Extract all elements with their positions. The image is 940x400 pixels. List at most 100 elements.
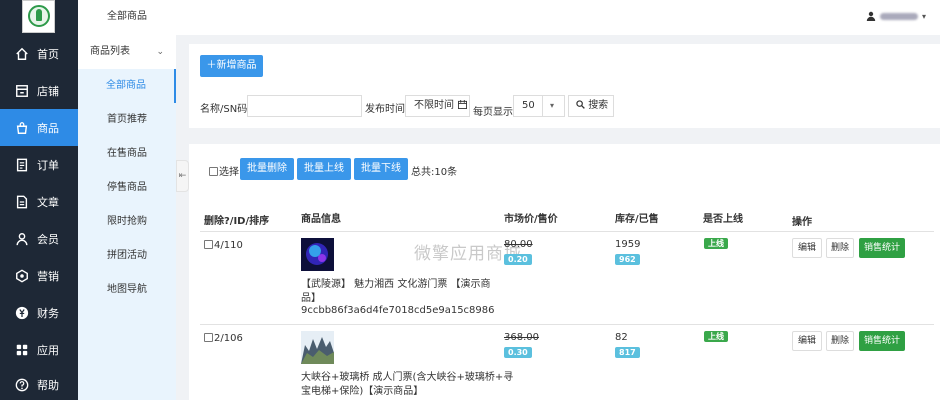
bulk-online-button[interactable]: 批量上线 (297, 158, 351, 180)
sidebar-item-home[interactable]: 首页 (0, 35, 78, 72)
help-icon (14, 377, 30, 393)
header-divider (200, 231, 934, 232)
col-header-actions: 操作 (792, 217, 812, 228)
delete-button[interactable]: 删除 (826, 238, 854, 258)
submenu-group-goods-list[interactable]: 商品列表 ⌄ (78, 35, 176, 69)
search-label: 搜索 (588, 100, 609, 111)
top-bar: ▾ (176, 0, 940, 35)
submenu-item-on-sale[interactable]: 在售商品 (78, 137, 176, 171)
page-size-label: 每页显示 (473, 107, 513, 118)
calendar-icon (458, 100, 468, 109)
sidebar-item-label: 会员 (37, 232, 59, 246)
add-goods-button[interactable]: ＋新增商品 (200, 55, 263, 77)
select-divider (542, 96, 543, 116)
user-icon (866, 11, 876, 21)
sidebar-item-label: 应用 (37, 343, 59, 357)
sidebar-item-apps[interactable]: 应用 (0, 331, 78, 368)
row-divider (200, 324, 934, 325)
stock-count: 82 (615, 332, 628, 343)
sale-price-badge: 0.30 (504, 347, 532, 358)
row-select[interactable]: 2/106 (204, 333, 243, 344)
sidebar-item-help[interactable]: 帮助 (0, 366, 78, 400)
market-price: 80.00 (504, 239, 533, 250)
caret-down-icon: ▾ (921, 11, 926, 21)
sidebar-item-goods[interactable]: 商品 (0, 109, 78, 146)
sidebar-item-articles[interactable]: 文章 (0, 183, 78, 220)
row-checkbox (204, 240, 213, 249)
select-label: 选择 (219, 167, 239, 178)
product-name-line2: 宝电梯+保险)【演示商品】 (301, 386, 424, 397)
sidebar-item-finance[interactable]: 财务 (0, 294, 78, 331)
row-select[interactable]: 4/110 (204, 240, 243, 251)
col-header-online: 是否上线 (703, 214, 743, 225)
sidebar-item-marketing[interactable]: 营销 (0, 257, 78, 294)
col-header-id: 删除?/ID/排序 (204, 216, 270, 227)
member-icon (14, 231, 30, 247)
product-thumbnail (301, 331, 334, 364)
chevron-down-icon: ▾ (550, 101, 555, 110)
submenu-all-goods-top[interactable]: 全部商品 (78, 0, 176, 34)
sales-stats-button[interactable]: 销售统计 (859, 331, 905, 351)
stock-count: 1959 (615, 239, 641, 250)
status-badge[interactable]: 上线 (704, 238, 728, 249)
submenu-item-off-sale[interactable]: 停售商品 (78, 171, 176, 205)
row-id-sort: 4/110 (214, 240, 243, 251)
publish-time-select[interactable]: 不限时间 (405, 95, 470, 117)
bag-icon (14, 120, 30, 136)
home-icon (14, 46, 30, 62)
finance-icon (14, 305, 30, 321)
user-menu[interactable]: ▾ (866, 11, 926, 21)
publish-time-value: 不限时间 (414, 100, 454, 111)
product-name-line1: 【武陵源】 魅力湘西 文化游门票 【演示商 (301, 279, 491, 290)
edit-button[interactable]: 编辑 (792, 238, 822, 258)
goods-submenu: 全部商品 商品列表 ⌄ 全部商品 首页推荐 在售商品 停售商品 限时抢购 拼团活… (78, 0, 176, 400)
row-checkbox (204, 333, 213, 342)
submenu-item-home-recommend[interactable]: 首页推荐 (78, 103, 176, 137)
checkbox-box (209, 167, 218, 176)
market-price: 368.00 (504, 332, 539, 343)
edit-button[interactable]: 编辑 (792, 331, 822, 351)
store-icon (14, 83, 30, 99)
sidebar-item-members[interactable]: 会员 (0, 220, 78, 257)
col-header-info: 商品信息 (301, 214, 341, 225)
sidebar-item-store[interactable]: 店铺 (0, 72, 78, 109)
delete-button[interactable]: 删除 (826, 331, 854, 351)
sold-count-badge: 817 (615, 347, 640, 358)
bulk-delete-button[interactable]: 批量删除 (240, 158, 294, 180)
main-sidebar: 首页 店铺 商品 订单 文章 会员 营销 财务 应用 帮助 (0, 0, 78, 400)
sale-price-badge: 0.20 (504, 254, 532, 265)
search-icon (576, 100, 585, 109)
page-size-select[interactable]: 50 ▾ (513, 95, 565, 117)
sidebar-item-label: 订单 (37, 158, 59, 172)
col-header-price: 市场价/售价 (504, 214, 558, 225)
row-id-sort: 2/106 (214, 333, 243, 344)
status-badge[interactable]: 上线 (704, 331, 728, 342)
sidebar-item-label: 商品 (37, 121, 59, 135)
submenu-item-all-goods[interactable]: 全部商品 (78, 69, 176, 103)
sidebar-item-label: 帮助 (37, 378, 59, 392)
submenu-item-flash-sale[interactable]: 限时抢购 (78, 205, 176, 239)
bulk-offline-button[interactable]: 批量下线 (354, 158, 408, 180)
search-button[interactable]: 搜索 (568, 95, 614, 117)
sidebar-item-orders[interactable]: 订单 (0, 146, 78, 183)
submenu-item-map-nav[interactable]: 地图导航 (78, 273, 176, 307)
collapse-menu-toggle[interactable]: ⇤ (176, 160, 189, 192)
marketing-icon (14, 268, 30, 284)
product-name-line1: 大峡谷+玻璃桥 成人门票(含大峡谷+玻璃桥+寻 (301, 372, 514, 383)
total-count: 总共:10条 (411, 167, 458, 178)
page-size-value: 50 (522, 100, 535, 111)
submenu-item-group-buy[interactable]: 拼团活动 (78, 239, 176, 273)
app-logo[interactable] (22, 0, 55, 33)
sidebar-item-label: 营销 (37, 269, 59, 283)
select-all-checkbox[interactable]: 选择 (209, 163, 239, 178)
blurred-username (879, 12, 918, 20)
sidebar-item-label: 文章 (37, 195, 59, 209)
name-sn-input[interactable] (247, 95, 362, 117)
name-sn-label: 名称/SN码 (200, 104, 248, 115)
sidebar-item-label: 店铺 (37, 84, 59, 98)
logo-tree-mark (36, 9, 42, 21)
apps-icon (14, 342, 30, 358)
sales-stats-button[interactable]: 销售统计 (859, 238, 905, 258)
product-name-line2: 品】 (301, 293, 321, 304)
product-thumbnail (301, 238, 334, 271)
